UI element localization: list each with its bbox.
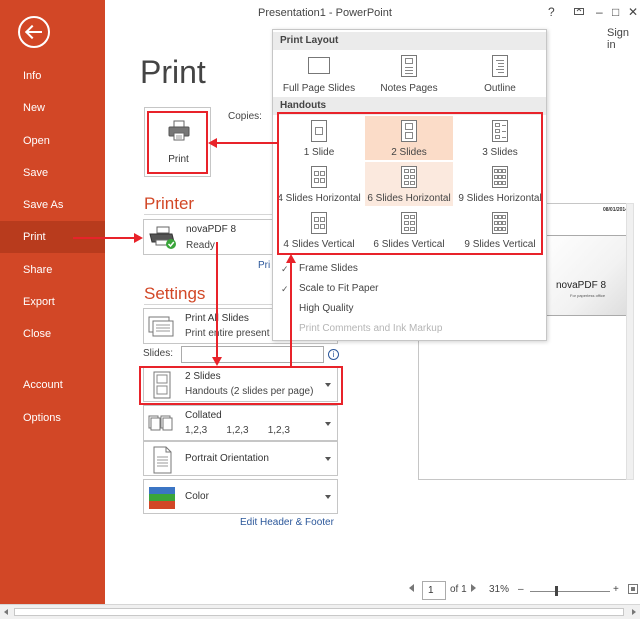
nav-item-save-as[interactable]: Save As [0, 189, 105, 221]
chevron-down-icon [325, 422, 331, 426]
settings-heading: Settings [144, 284, 206, 303]
nav-item-info[interactable]: Info [0, 60, 105, 92]
minimize-icon[interactable]: – [596, 5, 603, 19]
color-title: Color [185, 491, 209, 502]
back-arrow-icon[interactable] [18, 16, 50, 48]
annotation-arrow [290, 262, 292, 367]
maximize-icon[interactable]: □ [612, 5, 619, 19]
annotation-box-handouts [277, 112, 543, 255]
nav-item-options[interactable]: Options [0, 402, 105, 434]
notes-pages-icon [401, 55, 417, 77]
window-title: Presentation1 - PowerPoint [258, 7, 392, 19]
annotation-arrowhead [134, 233, 143, 243]
backstage-nav: Info New Open Save Save As Print Share E… [0, 0, 105, 619]
outline-icon [492, 55, 508, 77]
zoom-to-page-icon[interactable] [628, 584, 638, 600]
page-count: of 1 [450, 584, 467, 595]
sign-in-link[interactable]: Sign in [607, 27, 640, 51]
option-label: Full Page Slides [282, 83, 356, 94]
ribbon-display-icon[interactable] [574, 5, 584, 19]
annotation-arrowhead [286, 254, 296, 263]
copies-label: Copies: [228, 111, 262, 122]
printer-status: Ready [186, 240, 215, 251]
annotation-arrow [73, 237, 137, 239]
scroll-right-icon[interactable] [632, 609, 636, 615]
printer-select[interactable]: novaPDF 8 Ready [143, 219, 283, 255]
preview-slide-subtitle: For paperless office [570, 293, 606, 298]
nav-item-close[interactable]: Close [0, 318, 105, 350]
collation-title: Collated [185, 410, 222, 421]
info-icon[interactable]: i [328, 349, 339, 360]
frame-slides-option[interactable]: Frame Slides [299, 263, 358, 274]
collation-select[interactable]: Collated 1,2,3 1,2,3 1,2,3 [143, 405, 338, 441]
zoom-level: 31% [489, 584, 510, 595]
slides-label: Slides: [143, 348, 174, 359]
help-icon[interactable]: ? [548, 5, 555, 19]
scrollbar-thumb[interactable] [626, 203, 634, 480]
nav-item-account[interactable]: Account [0, 369, 105, 401]
orientation-select[interactable]: Portrait Orientation [143, 441, 338, 476]
nav-item-export[interactable]: Export [0, 286, 105, 318]
zoom-slider-track[interactable] [530, 591, 610, 592]
scrollbar-thumb[interactable] [14, 608, 624, 616]
printer-device-icon [149, 226, 176, 249]
chevron-down-icon [325, 495, 331, 499]
printer-heading: Printer [144, 194, 195, 213]
nav-item-new[interactable]: New [0, 92, 105, 124]
nav-item-save[interactable]: Save [0, 157, 105, 189]
preview-slide: novaPDF 8 For paperless office [539, 235, 633, 316]
annotation-arrowhead [208, 138, 217, 148]
horizontal-scrollbar[interactable] [0, 604, 640, 619]
edit-header-footer-link[interactable]: Edit Header & Footer [240, 517, 334, 528]
high-quality-option[interactable]: High Quality [299, 303, 353, 314]
slides-input[interactable] [181, 346, 324, 363]
scale-to-fit-option[interactable]: Scale to Fit Paper [299, 283, 378, 294]
printer-properties-link[interactable]: Pri [258, 260, 270, 271]
printer-name: novaPDF 8 [186, 224, 237, 235]
settings-divider [144, 304, 272, 305]
page-number-input[interactable]: 1 [422, 581, 446, 600]
orientation-title: Portrait Orientation [185, 453, 269, 464]
option-full-page-slides[interactable]: Full Page Slides [275, 51, 363, 96]
preview-scrollbar[interactable] [624, 203, 636, 480]
color-swatch-icon [149, 487, 175, 509]
chevron-down-icon [325, 457, 331, 461]
printer-divider [144, 214, 272, 215]
frame-slides-check-icon: ✓ [281, 264, 289, 274]
prev-page-icon[interactable] [409, 584, 415, 600]
option-notes-pages[interactable]: Notes Pages [365, 51, 453, 96]
nav-item-open[interactable]: Open [0, 125, 105, 157]
page-title: Print [140, 54, 206, 90]
print-comments-option: Print Comments and Ink Markup [299, 323, 443, 334]
zoom-slider-handle[interactable] [555, 586, 558, 596]
option-label: Outline [484, 83, 516, 94]
print-layout-header: Print Layout [273, 32, 546, 50]
full-page-slide-icon [308, 57, 330, 74]
portrait-page-icon [153, 446, 172, 474]
print-range-subtitle: Print entire present [185, 328, 270, 339]
color-select[interactable]: Color [143, 479, 338, 514]
zoom-in-icon[interactable]: + [613, 584, 619, 600]
scroll-left-icon[interactable] [4, 609, 8, 615]
print-all-icon [148, 316, 174, 337]
annotation-box-print-button [147, 111, 208, 174]
annotation-arrow [216, 242, 218, 360]
option-outline[interactable]: Outline [456, 51, 544, 96]
close-icon[interactable]: ✕ [628, 5, 638, 19]
annotation-arrow [216, 142, 278, 144]
zoom-out-icon[interactable]: – [518, 584, 524, 600]
preview-slide-title: novaPDF 8 [556, 280, 607, 291]
next-page-icon[interactable] [470, 584, 476, 600]
annotation-arrowhead [212, 357, 222, 366]
option-label: Notes Pages [380, 83, 438, 94]
scale-to-fit-check-icon: ✓ [281, 284, 289, 294]
collation-subtitle: 1,2,3 1,2,3 1,2,3 [185, 425, 290, 436]
annotation-box-layout [139, 366, 343, 405]
nav-item-share[interactable]: Share [0, 254, 105, 286]
collated-icon [148, 415, 173, 431]
